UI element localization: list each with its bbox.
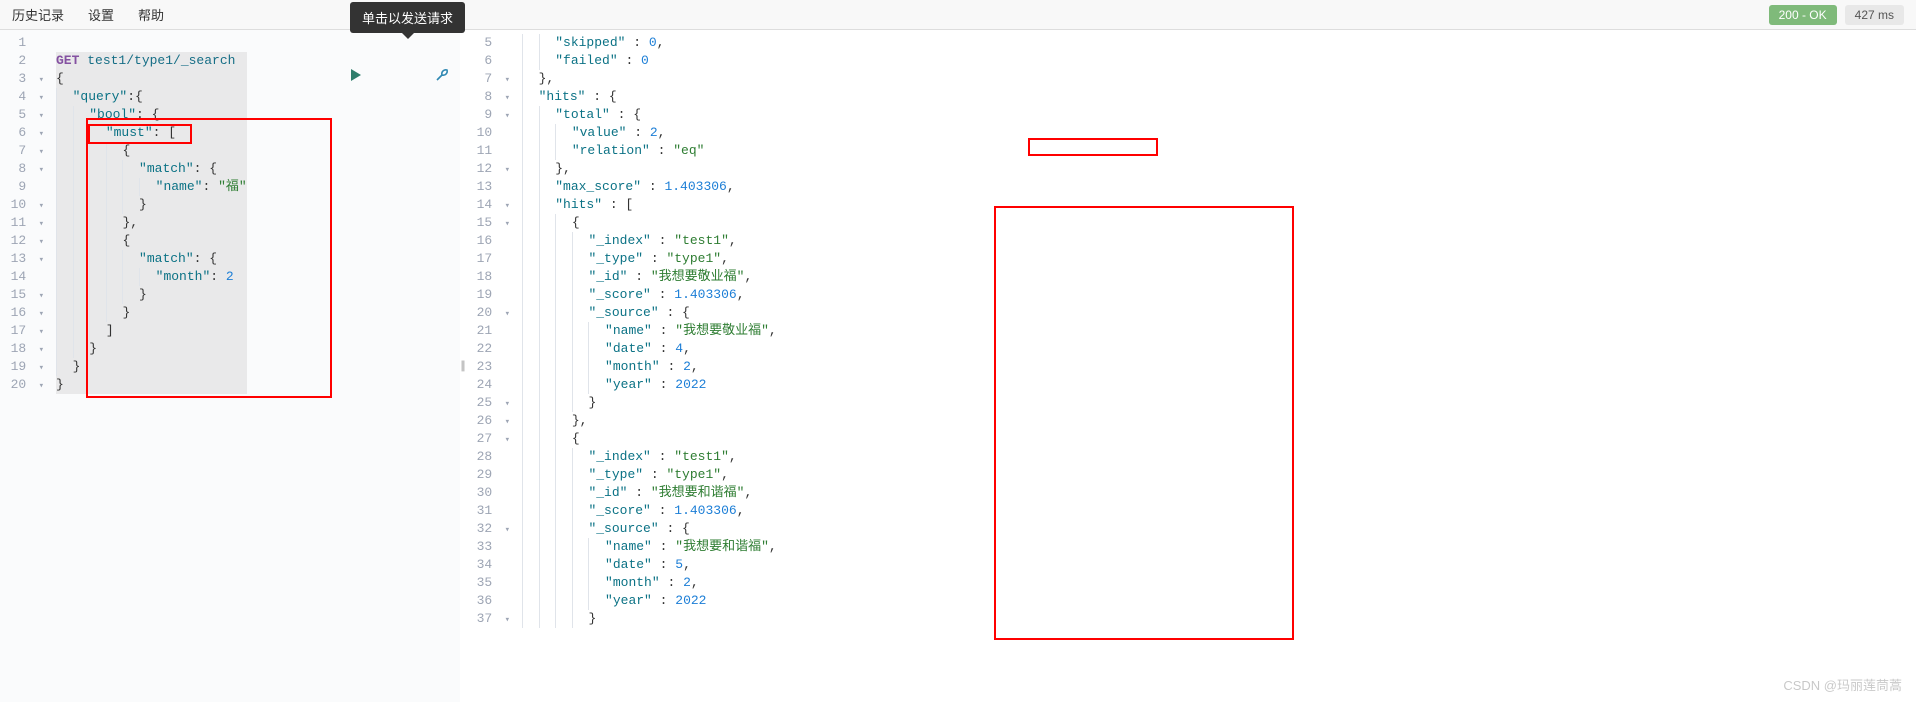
topbar: 历史记录 设置 帮助 单击以发送请求 200 - OK 427 ms [0,0,1916,30]
response-pane[interactable]: 5 6 7 ▾8 ▾9 ▾10 11 12 ▾13 14 ▾15 ▾16 17 … [466,30,1916,702]
run-toolbar [285,52,450,102]
send-request-tooltip: 单击以发送请求 [350,2,465,33]
play-icon[interactable] [285,52,363,102]
annotation-value-box [1028,138,1158,156]
watermark: CSDN @玛丽莲茼蒿 [1783,675,1902,694]
status-ok-badge: 200 - OK [1769,5,1837,25]
wrench-icon[interactable] [372,52,450,102]
response-code: "skipped" : 0, "failed" : 0 }, "hits" : … [522,30,777,632]
menu-settings[interactable]: 设置 [88,5,114,24]
request-gutter: 1 2 3 ▾4 ▾5 ▾6 ▾7 ▾8 ▾9 10 ▾11 ▾12 ▾13 ▾… [0,30,50,398]
request-pane[interactable]: 1 2 3 ▾4 ▾5 ▾6 ▾7 ▾8 ▾9 10 ▾11 ▾12 ▾13 ▾… [0,30,460,702]
status-time-badge: 427 ms [1845,5,1904,25]
annotation-hits-box [994,206,1294,640]
request-code[interactable]: GET test1/type1/_search{ "query":{ "bool… [56,30,247,398]
response-gutter: 5 6 7 ▾8 ▾9 ▾10 11 12 ▾13 14 ▾15 ▾16 17 … [466,30,516,632]
menu-history[interactable]: 历史记录 [12,5,64,24]
editor-panes: 1 2 3 ▾4 ▾5 ▾6 ▾7 ▾8 ▾9 10 ▾11 ▾12 ▾13 ▾… [0,30,1916,702]
menu-help[interactable]: 帮助 [138,5,164,24]
status-bar: 200 - OK 427 ms [1769,5,1904,25]
